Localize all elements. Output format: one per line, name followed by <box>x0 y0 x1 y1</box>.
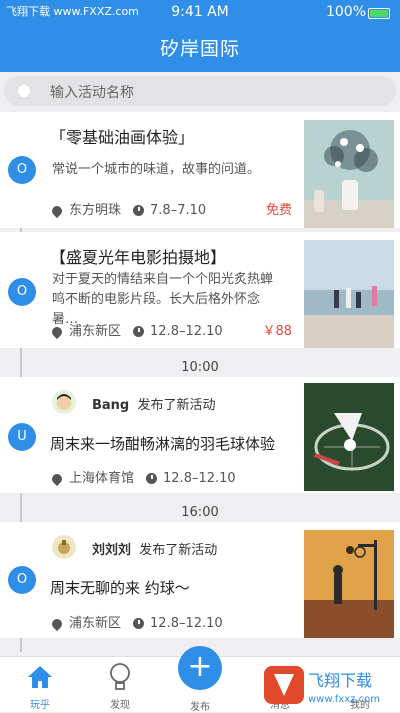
activity-meta: 东方明珠 7.8–7.10 <box>49 199 207 218</box>
location-pin-icon <box>49 324 65 339</box>
clock-icon <box>146 473 158 484</box>
timeline-node: U <box>8 423 36 451</box>
action-text: 发布了新活动 <box>137 398 216 413</box>
clock-icon <box>133 326 145 337</box>
page-title: 矽岸国际 <box>159 38 240 60</box>
home-icon <box>28 666 52 688</box>
timeline-node: O <box>8 566 36 594</box>
search-input[interactable]: 输入活动名称 <box>4 76 396 106</box>
activity-description: 常说一个城市的味道，故事的问道。 <box>52 162 261 177</box>
activity-location: 浦东新区 <box>69 616 122 631</box>
activity-price: ￥88 <box>262 324 292 339</box>
basketball-image <box>304 530 394 638</box>
clock-icon <box>133 205 145 216</box>
timeline-node: O <box>8 278 36 306</box>
user-action: Bang 发布了新活动 <box>92 394 216 413</box>
bulb-icon <box>110 663 130 690</box>
tab-label: 玩乎 <box>30 700 50 711</box>
activity-meta: 浦东新区 12.8–12.10 <box>49 612 223 631</box>
activity-title: 【盛夏光年电影拍摄地】 <box>50 248 227 267</box>
watermark-logo: 飞翔下载 www.fxxz.com <box>264 666 380 705</box>
activity-date: 12.8–12.10 <box>150 324 223 339</box>
activity-meta: 浦东新区 12.8–12.10 <box>49 320 223 339</box>
tab-label: 发现 <box>110 700 130 711</box>
activity-title: 周末来一场酣畅淋漓的羽毛球体验 <box>50 435 276 453</box>
activity-location: 上海体育馆 <box>69 471 135 486</box>
activity-date: 12.8–12.10 <box>163 471 236 486</box>
timeline-start-dot-icon <box>18 85 30 97</box>
search-placeholder: 输入活动名称 <box>50 85 134 101</box>
publish-plus-button[interactable]: + <box>178 646 222 690</box>
activity-card[interactable]: U Bang 发布了新活动 周末来一场酣畅淋漓的羽毛球体验 上海体育馆 12.8–… <box>0 377 400 493</box>
battery-icon <box>368 8 390 19</box>
location-pin-icon <box>49 616 65 631</box>
username: Bang <box>92 398 130 413</box>
activity-date: 7.8–7.10 <box>150 203 207 218</box>
activity-card[interactable]: O 「零基础油画体验」 常说一个城市的味道，故事的问道。 东方明珠 7.8–7.1… <box>0 112 400 228</box>
activity-card[interactable]: O 【盛夏光年电影拍摄地】 对于夏天的情结来自一个个阳光炙热蝉鸣不断的电影片段。… <box>0 232 400 348</box>
location-pin-icon <box>49 471 65 486</box>
timeline-node: O <box>8 156 36 184</box>
user-avatar <box>52 535 76 559</box>
username: 刘刘刘 <box>92 543 132 558</box>
activity-title: 周末无聊的来 约球～ <box>50 579 190 597</box>
action-text: 发布了新活动 <box>139 543 218 558</box>
flowers-vase-image <box>304 120 394 228</box>
activity-meta: 上海体育馆 12.8–12.10 <box>49 467 236 486</box>
clock-icon <box>133 618 145 629</box>
badminton-image <box>304 383 394 491</box>
activity-location: 浦东新区 <box>69 324 122 339</box>
activity-price: 免费 <box>265 203 292 218</box>
activity-card[interactable]: O 刘刘刘 发布了新活动 周末无聊的来 约球～ 浦东新区 12.8–12.10 <box>0 522 400 638</box>
status-bar: 飞翔下载 www.FXXZ.com 9:41 AM 100% <box>0 0 400 26</box>
svg-text:飞翔下载: 飞翔下载 <box>308 671 372 690</box>
activity-location: 东方明珠 <box>69 203 122 218</box>
app-header: 飞翔下载 www.FXXZ.com 9:41 AM 100% 矽岸国际 <box>0 0 400 72</box>
activity-title: 「零基础油画体验」 <box>50 128 195 147</box>
user-avatar <box>52 390 76 414</box>
time-separator: 10:00 <box>181 360 219 375</box>
battery-percent: 100% <box>325 4 366 20</box>
svg-text:www.fxxz.com: www.fxxz.com <box>308 694 380 705</box>
location-pin-icon <box>49 203 65 218</box>
time-separator: 16:00 <box>181 505 219 520</box>
activity-date: 12.8–12.10 <box>150 616 223 631</box>
user-action: 刘刘刘 发布了新活动 <box>92 539 217 558</box>
beach-girls-image <box>304 240 394 348</box>
